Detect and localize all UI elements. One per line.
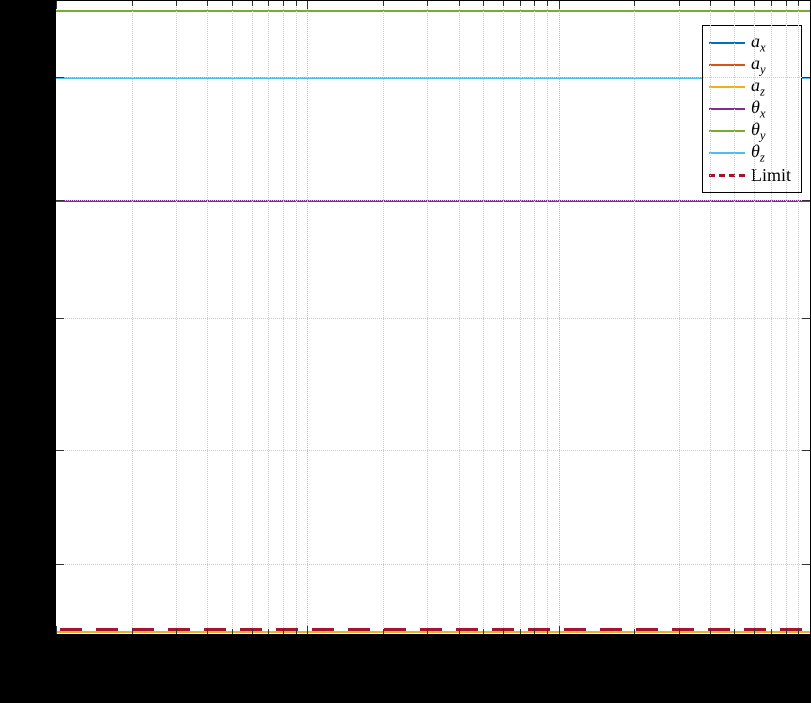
legend: ax ay az θx θy θz (702, 25, 802, 193)
legend-entry-az: az (709, 76, 791, 98)
series-limit (56, 628, 810, 631)
legend-swatch-tz (709, 152, 745, 154)
legend-label-az: az (751, 75, 765, 100)
legend-entry-ty: θy (709, 120, 791, 142)
legend-entry-tz: θz (709, 142, 791, 164)
legend-entry-tx: θx (709, 98, 791, 120)
legend-swatch-ax (709, 42, 745, 44)
legend-label-ty: θy (751, 119, 765, 144)
legend-entry-ay: ay (709, 54, 791, 76)
series-theta-y (56, 10, 810, 12)
chart-container: ax ay az θx θy θz (0, 0, 811, 703)
legend-label-tx: θx (751, 97, 765, 122)
legend-swatch-az (709, 86, 745, 88)
series-a-z (56, 631, 810, 633)
legend-swatch-ty (709, 130, 745, 132)
legend-swatch-limit (709, 174, 745, 177)
legend-entry-limit: Limit (709, 164, 791, 186)
plot-area: ax ay az θx θy θz (55, 0, 811, 635)
legend-label-ax: ax (751, 31, 766, 56)
legend-swatch-tx (709, 108, 745, 110)
legend-entry-ax: ax (709, 32, 791, 54)
legend-label-ay: ay (751, 53, 766, 78)
legend-swatch-ay (709, 64, 745, 66)
legend-label-tz: θz (751, 141, 765, 166)
